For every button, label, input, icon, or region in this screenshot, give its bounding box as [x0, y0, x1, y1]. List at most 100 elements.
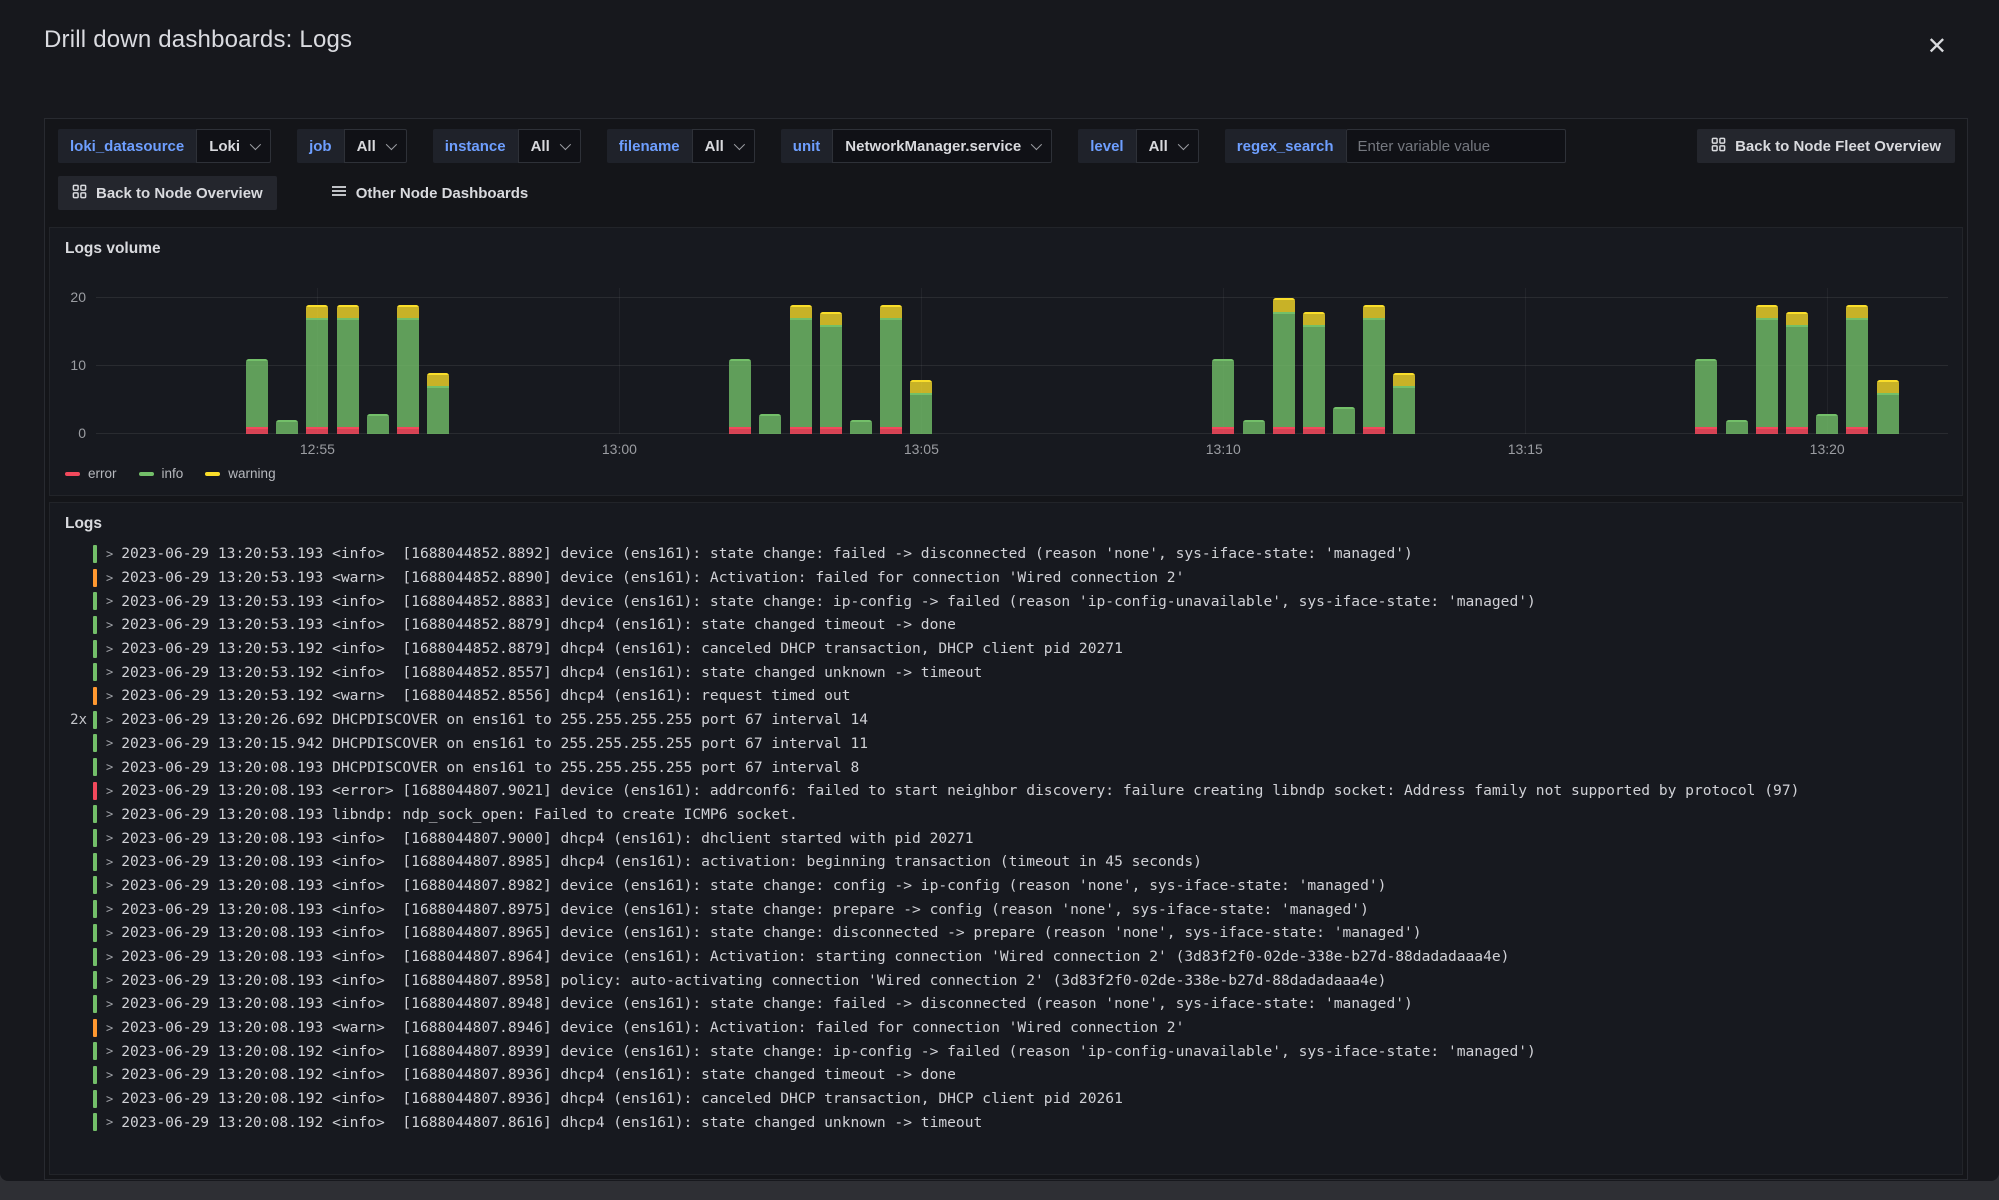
stacked-bar — [1212, 359, 1234, 434]
variable-loki_datasource-picker[interactable]: Loki — [196, 129, 271, 163]
expand-chevron-icon[interactable]: > — [106, 1092, 113, 1106]
variable-unit: unitNetworkManager.service — [781, 129, 1052, 163]
log-level-bar-info — [93, 829, 97, 847]
variable-unit-picker[interactable]: NetworkManager.service — [832, 129, 1052, 163]
bar-segment-error — [1786, 427, 1808, 434]
expand-chevron-icon[interactable]: > — [106, 1068, 113, 1082]
log-row[interactable]: >2023-06-29 13:20:53.193 <info> [1688044… — [50, 613, 1962, 637]
logs-volume-chart: 0102012:5513:0013:0513:1013:1513:20 — [96, 288, 1948, 434]
bar-segment-info — [850, 420, 872, 434]
stacked-bar — [1786, 312, 1808, 434]
variable-job-picker[interactable]: All — [344, 129, 407, 163]
variable-instance-label: instance — [433, 129, 518, 163]
expand-chevron-icon[interactable]: > — [106, 665, 113, 679]
logs-volume-panel-title[interactable]: Logs volume — [50, 228, 161, 258]
expand-chevron-icon[interactable]: > — [106, 973, 113, 987]
log-message: 2023-06-29 13:20:08.193 <info> [16880448… — [121, 972, 1386, 989]
expand-chevron-icon[interactable]: > — [106, 618, 113, 632]
legend-item-warning[interactable]: warning — [205, 466, 275, 481]
back-to-node-overview-button[interactable]: Back to Node Overview — [58, 176, 277, 210]
log-level-bar-info — [93, 971, 97, 989]
bar-segment-info — [1212, 359, 1234, 427]
bar-segment-info — [1273, 312, 1295, 428]
log-level-bar-info — [93, 924, 97, 942]
bar-segment-info — [759, 414, 781, 434]
variable-regex_search-input[interactable] — [1346, 129, 1566, 163]
log-row[interactable]: >2023-06-29 13:20:15.942 DHCPDISCOVER on… — [50, 732, 1962, 756]
stacked-bar — [850, 420, 872, 434]
bar-segment-warning — [1846, 305, 1868, 319]
log-message: 2023-06-29 13:20:08.193 <error> [1688044… — [121, 782, 1799, 799]
close-icon[interactable]: ✕ — [1923, 30, 1951, 62]
log-message: 2023-06-29 13:20:08.192 <info> [16880448… — [121, 1114, 982, 1131]
expand-chevron-icon[interactable]: > — [106, 571, 113, 585]
bar-segment-warning — [1273, 298, 1295, 312]
expand-chevron-icon[interactable]: > — [106, 902, 113, 916]
expand-chevron-icon[interactable]: > — [106, 1115, 113, 1129]
log-row[interactable]: >2023-06-29 13:20:53.192 <warn> [1688044… — [50, 684, 1962, 708]
expand-chevron-icon[interactable]: > — [106, 547, 113, 561]
stacked-bar — [1846, 305, 1868, 434]
expand-chevron-icon[interactable]: > — [106, 878, 113, 892]
expand-chevron-icon[interactable]: > — [106, 760, 113, 774]
expand-chevron-icon[interactable]: > — [106, 736, 113, 750]
bar-segment-warning — [1393, 373, 1415, 387]
log-row[interactable]: >2023-06-29 13:20:08.193 <info> [1688044… — [50, 968, 1962, 992]
log-row[interactable]: >2023-06-29 13:20:53.193 <info> [1688044… — [50, 542, 1962, 566]
bar-segment-info — [427, 386, 449, 434]
logs-panel-title[interactable]: Logs — [50, 503, 102, 533]
log-message: 2023-06-29 13:20:08.193 <info> [16880448… — [121, 830, 973, 847]
log-row[interactable]: 2x>2023-06-29 13:20:26.692 DHCPDISCOVER … — [50, 708, 1962, 732]
back-to-node-fleet-overview-button[interactable]: Back to Node Fleet Overview — [1697, 129, 1955, 163]
log-row[interactable]: >2023-06-29 13:20:08.193 <info> [1688044… — [50, 850, 1962, 874]
bar-segment-info — [306, 318, 328, 427]
expand-chevron-icon[interactable]: > — [106, 950, 113, 964]
expand-chevron-icon[interactable]: > — [106, 642, 113, 656]
log-message: 2023-06-29 13:20:53.193 <warn> [16880448… — [121, 569, 1184, 586]
legend-item-error[interactable]: error — [65, 466, 117, 481]
log-row[interactable]: >2023-06-29 13:20:08.192 <info> [1688044… — [50, 1039, 1962, 1063]
expand-chevron-icon[interactable]: > — [106, 1044, 113, 1058]
log-row[interactable]: >2023-06-29 13:20:53.192 <info> [1688044… — [50, 637, 1962, 661]
expand-chevron-icon[interactable]: > — [106, 831, 113, 845]
expand-chevron-icon[interactable]: > — [106, 1021, 113, 1035]
other-node-dashboards-label: Other Node Dashboards — [356, 185, 529, 202]
expand-chevron-icon[interactable]: > — [106, 594, 113, 608]
expand-chevron-icon[interactable]: > — [106, 807, 113, 821]
variable-filename-picker[interactable]: All — [692, 129, 755, 163]
log-row[interactable]: >2023-06-29 13:20:08.192 <info> [1688044… — [50, 1111, 1962, 1135]
expand-chevron-icon[interactable]: > — [106, 997, 113, 1011]
legend-item-info[interactable]: info — [139, 466, 184, 481]
log-row[interactable]: >2023-06-29 13:20:08.193 <info> [1688044… — [50, 921, 1962, 945]
log-row[interactable]: >2023-06-29 13:20:08.193 libndp: ndp_soc… — [50, 803, 1962, 827]
expand-chevron-icon[interactable]: > — [106, 855, 113, 869]
variable-filename-value: All — [705, 138, 724, 155]
bar-segment-info — [1756, 318, 1778, 427]
expand-chevron-icon[interactable]: > — [106, 784, 113, 798]
stacked-bar — [337, 305, 359, 434]
log-row[interactable]: >2023-06-29 13:20:08.193 <info> [1688044… — [50, 945, 1962, 969]
log-row[interactable]: >2023-06-29 13:20:08.193 <error> [168804… — [50, 779, 1962, 803]
log-row[interactable]: >2023-06-29 13:20:53.192 <info> [1688044… — [50, 660, 1962, 684]
variable-instance-picker[interactable]: All — [518, 129, 581, 163]
other-node-dashboards-button[interactable]: Other Node Dashboards — [317, 176, 543, 210]
log-row[interactable]: >2023-06-29 13:20:08.192 <info> [1688044… — [50, 1087, 1962, 1111]
log-row[interactable]: >2023-06-29 13:20:08.193 <warn> [1688044… — [50, 1016, 1962, 1040]
expand-chevron-icon[interactable]: > — [106, 926, 113, 940]
log-row[interactable]: >2023-06-29 13:20:08.192 <info> [1688044… — [50, 1063, 1962, 1087]
log-row[interactable]: >2023-06-29 13:20:53.193 <info> [1688044… — [50, 589, 1962, 613]
log-row[interactable]: >2023-06-29 13:20:53.193 <warn> [1688044… — [50, 566, 1962, 590]
log-level-bar-info — [93, 663, 97, 681]
variable-level-picker[interactable]: All — [1136, 129, 1199, 163]
back-to-node-fleet-overview-label: Back to Node Fleet Overview — [1735, 138, 1941, 155]
y-tick-label: 0 — [54, 425, 86, 441]
log-row[interactable]: >2023-06-29 13:20:08.193 <info> [1688044… — [50, 874, 1962, 898]
legend-label: warning — [228, 466, 275, 481]
log-row[interactable]: >2023-06-29 13:20:08.193 <info> [1688044… — [50, 897, 1962, 921]
log-level-bar-info — [93, 592, 97, 610]
log-row[interactable]: >2023-06-29 13:20:08.193 <info> [1688044… — [50, 826, 1962, 850]
expand-chevron-icon[interactable]: > — [106, 713, 113, 727]
log-row[interactable]: >2023-06-29 13:20:08.193 DHCPDISCOVER on… — [50, 755, 1962, 779]
log-row[interactable]: >2023-06-29 13:20:08.193 <info> [1688044… — [50, 992, 1962, 1016]
expand-chevron-icon[interactable]: > — [106, 689, 113, 703]
